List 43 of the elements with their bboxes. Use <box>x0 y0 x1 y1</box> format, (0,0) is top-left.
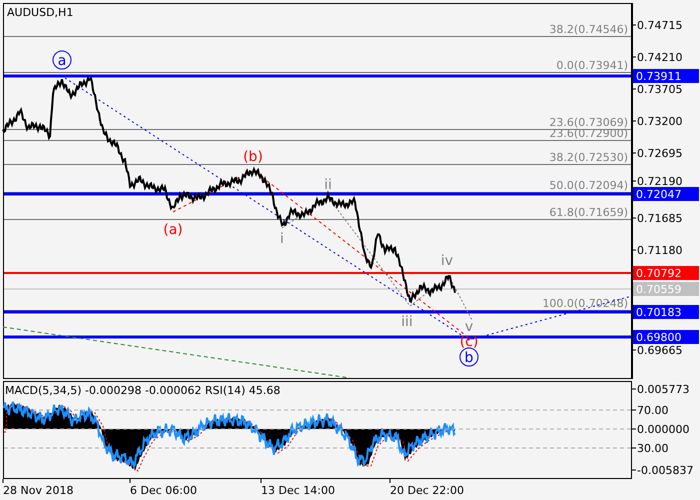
price-axis-label: 0.71685 <box>637 212 682 225</box>
indicator-header: MACD(5,34,5) -0.000298 -0.000062 RSI(14) 45.68 <box>5 384 280 397</box>
wave-label: (b) <box>243 149 263 165</box>
circled-wave-label: a <box>52 50 72 70</box>
indicator-axis-label: 0.005773 <box>637 383 690 396</box>
indicator-axis-label: 0.000000 <box>637 423 690 436</box>
fibonacci-label: 0.0(0.73941) <box>556 59 628 72</box>
price-tag-label: 0.72047 <box>636 188 682 201</box>
price-axis-label: 0.69665 <box>637 344 682 357</box>
fibonacci-label: 23.6(0.72900) <box>549 127 628 140</box>
wave-label: ii <box>324 177 332 193</box>
price-axis-label: 0.74210 <box>637 51 682 64</box>
price-tag-label: 0.70183 <box>636 306 682 319</box>
price-tag-label: 0.73911 <box>636 70 682 83</box>
price-axis-label: 0.72190 <box>637 175 682 188</box>
wave-label: i <box>280 231 284 247</box>
fibonacci-label: 38.2(0.74546) <box>549 23 628 36</box>
price-tag-label: 0.70792 <box>636 267 682 280</box>
price-axis-label: 0.73200 <box>637 115 682 128</box>
price-tag-label: 0.70559 <box>636 283 682 296</box>
fibonacci-label: 38.2(0.72530) <box>549 151 628 164</box>
price-axis-label: 0.71180 <box>637 244 682 257</box>
wave-label: (c) <box>460 334 478 350</box>
price-tag-label: 0.69800 <box>636 331 682 344</box>
wave-label: (a) <box>163 222 183 238</box>
time-axis-label: 28 Nov 2018 <box>3 484 74 497</box>
fibonacci-label: 50.0(0.72094) <box>549 179 628 192</box>
indicator-axis-label: 30.00 <box>637 442 668 455</box>
time-axis-label: 13 Dec 14:00 <box>261 484 335 497</box>
circled-wave-label: b <box>460 348 478 366</box>
wave-label: iii <box>401 314 413 330</box>
price-axis-label: 0.72695 <box>637 147 682 160</box>
indicator-axis-label: -0.005837 <box>637 464 694 477</box>
wave-label: v <box>464 319 474 335</box>
time-axis-label: 20 Dec 22:00 <box>390 484 464 497</box>
chart-title: AUDUSD,H1 <box>7 6 74 19</box>
fibonacci-label: 61.8(0.71659) <box>549 206 628 219</box>
time-axis-label: 6 Dec 06:00 <box>130 484 197 497</box>
indicator-axis-label: 70.00 <box>637 404 668 417</box>
price-axis-label: 0.73705 <box>637 83 682 96</box>
fibonacci-label: 23.6(0.73069) <box>549 116 628 129</box>
price-axis-label: 0.74715 <box>637 19 682 32</box>
wave-label: iv <box>440 253 454 269</box>
